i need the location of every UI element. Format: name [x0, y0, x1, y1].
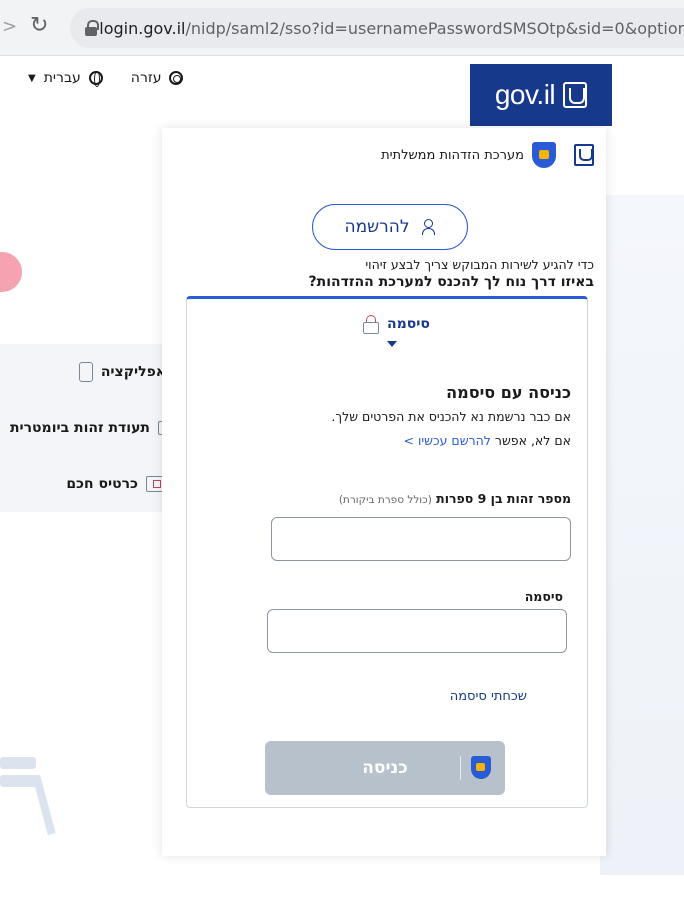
- password-login-panel: סיסמה כניסה עם סיסמה אם כבר נרשמת נא להכ…: [186, 296, 588, 808]
- register-label: להרשמה: [344, 217, 410, 237]
- shield-lock-icon: [471, 756, 491, 779]
- globe-icon[interactable]: [88, 71, 103, 87]
- reload-icon[interactable]: ↻: [30, 13, 48, 38]
- login-description: אם כבר נרשמת נא להכניס את הפרטים שלך.: [331, 409, 571, 424]
- padlock-icon: [363, 315, 379, 334]
- menorah-emblem-icon: [563, 82, 588, 108]
- top-utility-bar: ▼ עברית עזרה: [28, 70, 184, 87]
- tab-label: תעודת זהות ביומטרית: [9, 420, 150, 436]
- id-label-hint: (כולל ספרת ביקורת): [338, 494, 432, 506]
- system-title: מערכת הזדהות ממשלתית: [381, 147, 524, 163]
- password-label: סיסמה: [524, 589, 563, 604]
- url-path: /nidp/saml2/sso?id=usernamePasswordSMSOt…: [185, 18, 684, 38]
- forward-arrow-icon[interactable]: >: [2, 16, 17, 37]
- id-label-text: מספר זהות בן 9 ספרות: [436, 491, 571, 506]
- language-selector[interactable]: עברית: [44, 70, 81, 86]
- login-submit-button[interactable]: כניסה: [265, 741, 505, 795]
- tab-application[interactable]: אפליקציה: [0, 344, 182, 400]
- submit-label: כניסה: [362, 758, 408, 778]
- shield-lock-icon: [532, 142, 556, 168]
- help-link[interactable]: עזרה: [131, 70, 162, 86]
- background-decoration: [600, 195, 684, 875]
- system-header: מערכת הזדהות ממשלתית: [381, 142, 594, 168]
- tab-biometric-id[interactable]: תעודת זהות ביומטרית: [0, 400, 182, 456]
- intro-text: כדי להגיע לשירות המבוקש צריך לבצע זיהוי: [365, 257, 594, 272]
- password-input[interactable]: [267, 609, 567, 653]
- forgot-password-link[interactable]: שכחתי סיסמה: [450, 689, 527, 704]
- lifebuoy-icon[interactable]: [169, 71, 184, 85]
- bench-leg: [32, 774, 56, 836]
- tab-label: סיסמה: [387, 316, 430, 332]
- tab-label: אפליקציה: [100, 364, 166, 380]
- id-number-label: מספר זהות בן 9 ספרות (כולל ספרת ביקורת): [339, 491, 571, 506]
- bench-slat: [0, 757, 36, 769]
- browser-toolbar: > ↻ login.gov.il /nidp/saml2/sso?id=user…: [0, 0, 684, 56]
- bench-illustration: [0, 745, 62, 836]
- button-divider: [460, 756, 461, 780]
- login-card: מערכת הזדהות ממשלתית להרשמה כדי להגיע לש…: [162, 128, 606, 856]
- person-add-icon: [420, 219, 436, 235]
- lock-icon[interactable]: [84, 20, 101, 36]
- url-host: login.gov.il: [99, 18, 186, 38]
- register-button[interactable]: להרשמה: [312, 204, 468, 250]
- logo-text: gov.il: [494, 79, 556, 110]
- balloon-decoration: [0, 243, 31, 301]
- intro-question: באיזו דרך נוח לך להכנס למערכת ההזדהות?: [308, 274, 594, 290]
- address-bar[interactable]: login.gov.il /nidp/saml2/sso?id=username…: [70, 8, 684, 48]
- register-now-link[interactable]: להרשם עכשיו >: [404, 433, 491, 448]
- login-title: כניסה עם סיסמה: [446, 383, 571, 402]
- active-tab-indicator: [387, 341, 397, 347]
- id-number-input[interactable]: [271, 517, 571, 561]
- register-prompt-text: אם לא, אפשר: [494, 433, 571, 448]
- tab-label: כרטיס חכם: [66, 476, 138, 492]
- menorah-emblem-icon: [574, 144, 594, 166]
- gov-il-logo[interactable]: gov.il: [470, 64, 612, 126]
- tab-smart-card[interactable]: כרטיס חכם: [0, 456, 182, 512]
- chevron-down-icon[interactable]: ▼: [28, 73, 36, 84]
- register-prompt: אם לא, אפשר להרשם עכשיו >: [404, 433, 571, 448]
- tab-password[interactable]: סיסמה: [363, 315, 430, 334]
- phone-icon: [78, 362, 93, 382]
